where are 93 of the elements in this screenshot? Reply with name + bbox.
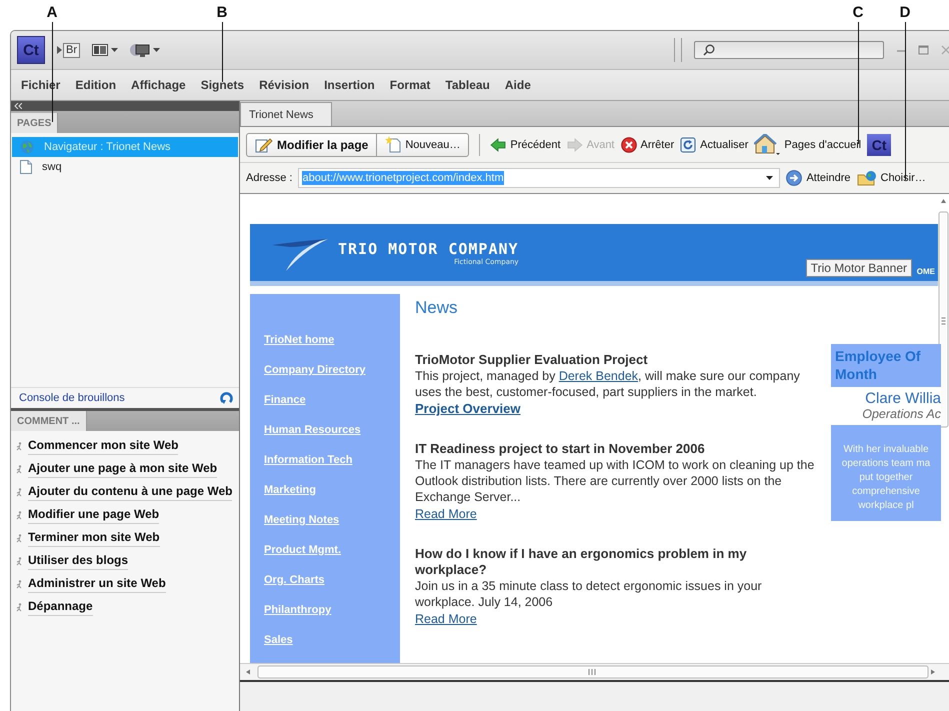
drafts-console-link[interactable]: Console de brouillons xyxy=(19,392,125,404)
app-logo: Ct xyxy=(867,134,892,156)
menu-item[interactable]: Tableau xyxy=(445,78,490,92)
article-title: TrioMotor Supplier Evaluation Project xyxy=(415,352,649,368)
address-value: about://www.trionetproject.com/index.htm xyxy=(302,171,504,185)
help-topic-link[interactable]: Modifier une page Web xyxy=(28,507,160,524)
menu-item[interactable]: Affichage xyxy=(131,78,186,92)
walking-figure-icon xyxy=(16,603,22,612)
house-icon xyxy=(754,134,780,156)
toolbar-button[interactable]: Pages d'accueil xyxy=(754,134,862,156)
toolbar-grip xyxy=(674,38,682,62)
document-tab[interactable]: Trionet News xyxy=(240,102,332,126)
refresh-icon xyxy=(680,136,696,152)
page-list-item[interactable]: swq xyxy=(12,157,238,177)
menu-item[interactable]: Révision xyxy=(259,78,310,92)
toolbar-button[interactable]: Arrêter xyxy=(620,136,674,152)
edit-page-icon xyxy=(255,136,273,153)
walking-figure-icon xyxy=(16,557,22,566)
help-topic-link[interactable]: Administrer un site Web xyxy=(28,576,166,593)
caret-icon xyxy=(111,48,118,52)
employee-role: Operations Ac xyxy=(862,407,941,421)
new-page-icon xyxy=(385,136,402,153)
article-link[interactable]: Project Overview xyxy=(415,400,520,417)
menu-item[interactable]: Aide xyxy=(504,78,531,92)
article-text: This project, managed by Derek Bendek, will make sure our company uses the best, customer-focused, part suppliers in the market. xyxy=(415,368,801,400)
layout-icon xyxy=(92,44,108,56)
walking-figure-icon xyxy=(16,442,22,451)
menu-item[interactable]: Format xyxy=(390,78,430,92)
globe-icon xyxy=(20,140,34,154)
double-chevron-icon[interactable] xyxy=(14,103,22,109)
address-label: Adresse : xyxy=(246,172,292,184)
search-icon xyxy=(703,44,715,56)
help-topic-link[interactable]: Dépannage xyxy=(28,599,93,616)
menu-item[interactable]: Insertion xyxy=(324,78,375,92)
toolbar-button[interactable]: Actualiser xyxy=(680,136,748,152)
pages-tab[interactable]: PAGES xyxy=(11,113,58,133)
company-name: TRIO MOTOR COMPANY xyxy=(338,240,519,258)
caret-icon xyxy=(153,48,160,52)
spotlight-text: operations team ma xyxy=(842,457,930,471)
walking-figure-icon xyxy=(16,534,22,543)
walking-figure-icon xyxy=(16,488,22,497)
app-logo: Ct xyxy=(17,36,45,64)
spotlight-text: comprehensive xyxy=(852,485,920,499)
spotlight-text: With her invaluable xyxy=(843,443,929,457)
walking-figure-icon xyxy=(16,465,22,474)
monitor-button[interactable] xyxy=(130,43,160,57)
menu-item[interactable]: Edition xyxy=(75,78,116,92)
help-topic-link[interactable]: Utiliser des blogs xyxy=(28,553,128,570)
spotlight-heading: Month xyxy=(835,365,878,383)
article-link[interactable]: Read More xyxy=(415,611,477,628)
spotlight-text: workplace pl xyxy=(858,499,914,513)
search-field[interactable] xyxy=(694,41,884,59)
spotlight-heading: Employee Of xyxy=(835,347,922,365)
layout-button[interactable] xyxy=(92,44,118,56)
news-heading: News xyxy=(415,298,459,318)
help-topic-link[interactable]: Commencer mon site Web xyxy=(28,438,178,455)
article-text: The IT managers have teamed up with ICOM to work on cleaning up the Outlook distribution lists. There are currently over 2000 lists on the Exchange Server... xyxy=(415,457,816,505)
go-button[interactable]: Atteindre xyxy=(786,170,850,186)
maximize-icon[interactable] xyxy=(918,45,929,55)
folder-globe-icon xyxy=(856,170,876,186)
stop-icon xyxy=(620,136,636,152)
callout-label: B xyxy=(216,4,228,22)
help-topic-link[interactable]: Ajouter du contenu à une page Web xyxy=(28,484,232,501)
refresh-icon[interactable] xyxy=(220,392,233,404)
article-title: How do I know if I have an ergonomics problem in my workplace? xyxy=(415,546,748,578)
walking-figure-icon xyxy=(16,580,22,589)
page-icon xyxy=(20,160,32,174)
spotlight-text: put together xyxy=(859,471,913,485)
help-topic-link[interactable]: Terminer mon site Web xyxy=(28,530,160,547)
toolbar-button[interactable]: Précédent xyxy=(490,136,561,152)
callout-label: C xyxy=(852,4,864,22)
choose-button[interactable]: Choisir… xyxy=(856,170,926,186)
page-label: swq xyxy=(42,161,62,173)
monitor-icon xyxy=(130,43,150,57)
menu-item[interactable]: Signets xyxy=(200,78,244,92)
callout-label: A xyxy=(46,4,58,22)
toolbar-button[interactable]: Nouveau… xyxy=(377,134,468,156)
back-arrow-icon xyxy=(490,136,506,152)
toolbar-button[interactable]: Modifier la page xyxy=(247,134,378,156)
tooltip: Trio Motor Banner xyxy=(806,259,912,277)
banner-link-text: OME xyxy=(916,267,935,276)
employee-name: Clare Willia xyxy=(865,390,941,407)
article-text: Join us in a 35 minute class to detect ergonomic issues in your workplace. July 14, 2006 xyxy=(415,578,763,610)
article-link[interactable]: Read More xyxy=(415,506,477,523)
dropdown-caret-icon[interactable] xyxy=(766,176,774,180)
forward-arrow-icon xyxy=(566,136,583,152)
person-link[interactable]: Derek Bendek xyxy=(558,369,638,383)
help-tab[interactable]: COMMENT ... xyxy=(11,411,87,431)
help-topic-link[interactable]: Ajouter une page à mon site Web xyxy=(28,461,218,478)
callout-label: D xyxy=(900,4,910,22)
walking-figure-icon xyxy=(16,511,22,520)
article-title: IT Readiness project to start in November 2006 xyxy=(415,441,706,457)
page-label: Navigateur : Trionet News xyxy=(44,141,171,153)
